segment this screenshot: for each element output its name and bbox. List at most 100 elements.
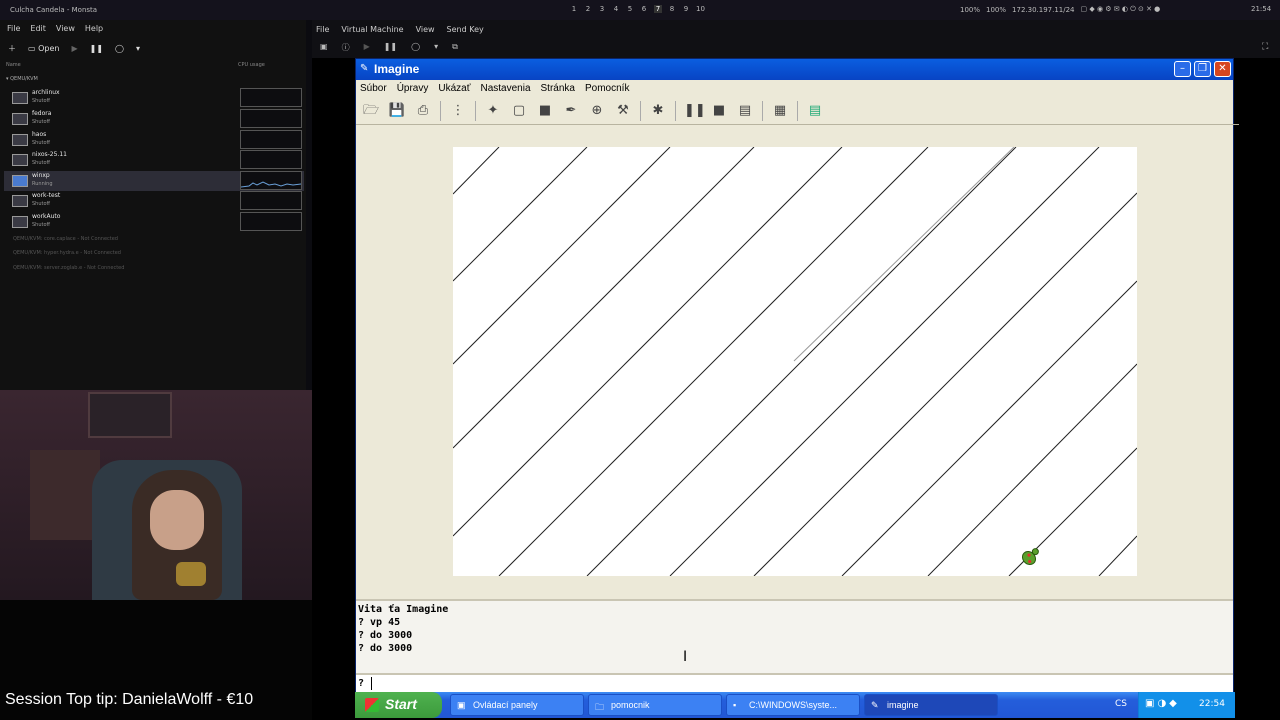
vm-icon	[12, 154, 28, 166]
drawn-line	[498, 146, 929, 577]
vm-row-winxp[interactable]: winxp Running	[4, 171, 304, 191]
stamp-tool-icon[interactable]: ⚒	[614, 102, 632, 120]
workspace-1[interactable]: 1	[570, 5, 578, 13]
drawn-line	[753, 192, 1138, 577]
window-tool-icon[interactable]: ▦	[771, 102, 789, 120]
workspace-2[interactable]: 2	[584, 5, 592, 13]
vm-row-workauto[interactable]: workAuto Shutoff	[4, 212, 304, 232]
turtle-drawing	[452, 146, 1138, 577]
menu-ukazat[interactable]: Ukázať	[438, 83, 470, 94]
menu-nastavenia[interactable]: Nastavenia	[480, 83, 530, 94]
open-folder-icon[interactable]: 🗁	[362, 102, 380, 120]
menu-subor[interactable]: Súbor	[360, 83, 387, 94]
language-indicator[interactable]: CS	[1115, 699, 1127, 709]
window-titlebar[interactable]: ✎ Imagine – ❐ ✕	[356, 59, 1233, 80]
vm-row-fedora[interactable]: fedora Shutoff	[4, 109, 304, 129]
page-tool-icon[interactable]: ▤	[806, 102, 824, 120]
webcam-feed	[0, 390, 312, 600]
info-icon[interactable]: ⓘ	[342, 42, 350, 53]
run-icon[interactable]: ▶	[71, 44, 77, 53]
menu-pomocnik[interactable]: Pomocník	[585, 83, 629, 94]
workspace-6[interactable]: 6	[640, 5, 648, 13]
viewer-menu-view[interactable]: View	[416, 25, 435, 34]
task-cmd[interactable]: ▪ C:\WINDOWS\syste...	[726, 694, 860, 716]
shutdown-icon[interactable]: ◯	[115, 44, 124, 53]
vmm-menu-file[interactable]: File	[7, 24, 20, 38]
target-tool-icon[interactable]: ⊕	[588, 102, 606, 120]
run-icon[interactable]: ✱	[649, 102, 667, 120]
print-icon[interactable]: ⎙	[414, 102, 432, 120]
power-icon[interactable]: ◯	[411, 42, 420, 53]
workspace-7[interactable]: 7	[654, 5, 662, 13]
imagine-menubar: Súbor Úpravy Ukázať Nastavenia Stránka P…	[356, 80, 1237, 97]
toolbar-divider	[762, 101, 763, 121]
start-button[interactable]: Start	[355, 692, 442, 718]
workspace-3[interactable]: 3	[598, 5, 606, 13]
viewer-menu-sendkey[interactable]: Send Key	[447, 25, 484, 34]
volume-status: 100%	[986, 5, 1007, 14]
vm-row-haos[interactable]: haos Shutoff	[4, 130, 304, 150]
close-button[interactable]: ✕	[1214, 61, 1231, 77]
rect-tool-icon[interactable]: ■	[536, 102, 554, 120]
menu-upravy[interactable]: Úpravy	[397, 83, 429, 94]
stop-icon[interactable]: ■	[710, 102, 728, 120]
vmm-menu-view[interactable]: View	[56, 24, 75, 38]
connection-row[interactable]: QEMU/KVM: hyper.hydra.e - Not Connected	[13, 250, 121, 256]
col-cpu[interactable]: CPU usage	[238, 62, 265, 68]
connection-group[interactable]: ▾ QEMU/KVM	[6, 76, 38, 82]
connection-row[interactable]: QEMU/KVM: server.zoglab.e - Not Connecte…	[13, 265, 124, 271]
menu-stranka[interactable]: Stránka	[541, 83, 575, 94]
virt-viewer-bar: File Virtual Machine View Send Key ▣ ⓘ ▶…	[312, 20, 1280, 58]
vmm-menu-help[interactable]: Help	[85, 24, 103, 38]
pause-icon[interactable]: ❚❚	[384, 42, 397, 53]
vmm-menu-edit[interactable]: Edit	[30, 24, 46, 38]
group-label: QEMU/KVM	[10, 76, 38, 82]
vm-row-archlinux[interactable]: archlinux Shutoff	[4, 88, 304, 108]
vm-icon	[12, 92, 28, 104]
monitor-icon[interactable]: ▣	[320, 42, 328, 53]
fullscreen-icon[interactable]: ⛶	[1262, 42, 1268, 52]
tray-icons[interactable]: ▣◑◆	[1145, 698, 1180, 709]
turtle-tool-icon[interactable]: ✦	[484, 102, 502, 120]
now-playing-title: Culcha Candela - Monsta	[10, 6, 98, 14]
task-pomocnik[interactable]: 🗀 pomocnik	[588, 694, 722, 716]
workspace-9[interactable]: 9	[682, 5, 690, 13]
pen-tool-icon[interactable]: ✒	[562, 102, 580, 120]
workspace-4[interactable]: 4	[612, 5, 620, 13]
connection-row[interactable]: QEMU/KVM: core.caplace - Not Connected	[13, 236, 118, 242]
viewer-menu-vm[interactable]: Virtual Machine	[341, 25, 403, 34]
chevron-down-icon[interactable]: ▾	[136, 44, 140, 53]
maximize-button[interactable]: ❐	[1194, 61, 1211, 77]
task-imagine[interactable]: ✎ imagine	[864, 694, 998, 716]
drawn-line	[669, 146, 1100, 577]
chevron-down-icon[interactable]: ▾	[434, 42, 438, 53]
toolbar-divider	[675, 101, 676, 121]
pause-icon[interactable]: ❚❚	[90, 44, 103, 53]
turtle-icon: ✎	[360, 63, 369, 74]
pause-icon[interactable]: ❚❚	[684, 102, 706, 120]
step-icon[interactable]: ▤	[736, 102, 754, 120]
frame-tool-icon[interactable]: ▢	[510, 102, 528, 120]
task-label: Ovládací panely	[473, 700, 538, 710]
clone-icon[interactable]: ⧉	[452, 42, 458, 53]
vm-row-nixos[interactable]: nixos-25.11 Shutoff	[4, 150, 304, 170]
viewer-menu-file[interactable]: File	[316, 25, 329, 34]
tree-icon[interactable]: ⋮	[449, 102, 467, 120]
ip-status: 172.30.197.11/24	[1012, 5, 1075, 14]
cpu-graph	[240, 212, 302, 231]
open-button[interactable]: ▭ Open	[28, 44, 59, 53]
drawing-canvas[interactable]	[452, 146, 1138, 577]
workspace-5[interactable]: 5	[626, 5, 634, 13]
minimize-button[interactable]: –	[1174, 61, 1191, 77]
workspace-8[interactable]: 8	[668, 5, 676, 13]
new-vm-icon[interactable]: ＋	[8, 43, 16, 54]
workspace-switcher[interactable]: 1 2 3 4 5 6 7 8 9 10	[570, 5, 705, 13]
col-name[interactable]: Name	[6, 62, 21, 68]
workspace-10[interactable]: 10	[696, 5, 705, 13]
imagine-toolbar: 🗁 💾 ⎙ ⋮ ✦ ▢ ■ ✒ ⊕ ⚒ ✱ ❚❚ ■ ▤ ▦ ▤	[356, 98, 1239, 125]
save-icon[interactable]: 💾	[388, 102, 406, 120]
play-icon[interactable]: ▶	[364, 42, 370, 53]
task-label: pomocnik	[611, 700, 650, 710]
task-control-panel[interactable]: ▣ Ovládací panely	[450, 694, 584, 716]
vm-row-work-test[interactable]: work-test Shutoff	[4, 191, 304, 211]
